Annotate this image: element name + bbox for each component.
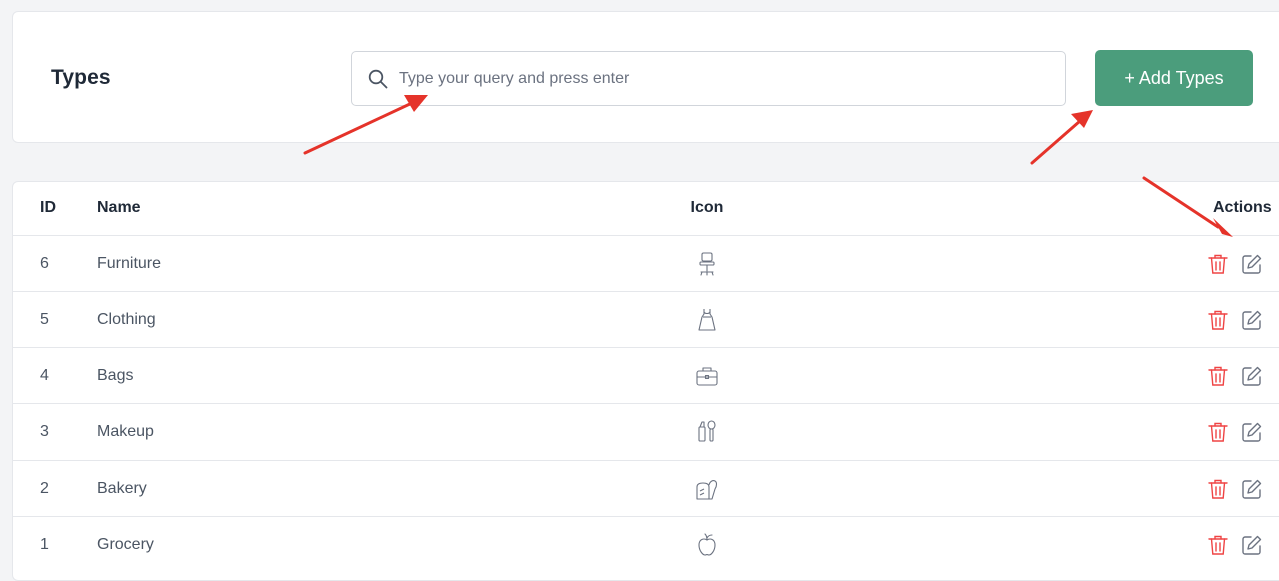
row-name: Grocery — [97, 535, 154, 553]
edit-icon[interactable] — [1241, 309, 1263, 331]
delete-icon[interactable] — [1207, 534, 1229, 556]
row-actions — [1207, 348, 1275, 403]
table-row: 1 Grocery — [12, 516, 1279, 572]
add-types-button[interactable]: + Add Types — [1095, 50, 1253, 106]
makeup-icon — [642, 404, 772, 459]
column-header-name: Name — [97, 199, 141, 216]
briefcase-icon — [642, 348, 772, 403]
row-actions — [1207, 404, 1275, 459]
edit-icon[interactable] — [1241, 253, 1263, 275]
edit-icon[interactable] — [1241, 421, 1263, 443]
table-row: 4 Bags — [12, 347, 1279, 403]
search-box[interactable] — [351, 51, 1066, 106]
row-name: Furniture — [97, 254, 162, 272]
row-name: Bakery — [97, 479, 147, 497]
delete-icon[interactable] — [1207, 309, 1229, 331]
row-actions — [1207, 517, 1275, 572]
delete-icon[interactable] — [1207, 365, 1229, 387]
search-input[interactable] — [399, 52, 1049, 105]
row-name: Makeup — [97, 422, 154, 440]
row-id: 5 — [40, 310, 49, 328]
table-row: 5 Clothing — [12, 291, 1279, 347]
delete-icon[interactable] — [1207, 478, 1229, 500]
column-header-actions: Actions — [1213, 199, 1272, 216]
edit-icon[interactable] — [1241, 478, 1263, 500]
row-id: 1 — [40, 535, 49, 553]
row-id: 6 — [40, 254, 49, 272]
row-id: 4 — [40, 366, 49, 384]
chair-icon — [642, 236, 772, 291]
apple-icon — [642, 517, 772, 572]
column-header-icon: Icon — [690, 199, 724, 216]
row-id: 3 — [40, 422, 49, 440]
row-actions — [1207, 292, 1275, 347]
table-header-row: ID Name Icon Actions — [12, 181, 1279, 235]
dress-icon — [642, 292, 772, 347]
row-actions — [1207, 236, 1275, 291]
column-header-id: ID — [40, 199, 56, 216]
delete-icon[interactable] — [1207, 253, 1229, 275]
row-actions — [1207, 461, 1275, 516]
table-row: 6 Furniture — [12, 235, 1279, 291]
table-row: 2 Bakery — [12, 460, 1279, 516]
row-name: Bags — [97, 366, 134, 384]
page-title: Types — [51, 66, 111, 89]
row-id: 2 — [40, 479, 49, 497]
table-row: 3 Makeup — [12, 403, 1279, 459]
edit-icon[interactable] — [1241, 534, 1263, 556]
row-name: Clothing — [97, 310, 156, 328]
delete-icon[interactable] — [1207, 421, 1229, 443]
edit-icon[interactable] — [1241, 365, 1263, 387]
search-icon — [368, 69, 388, 89]
bread-icon — [642, 461, 772, 516]
